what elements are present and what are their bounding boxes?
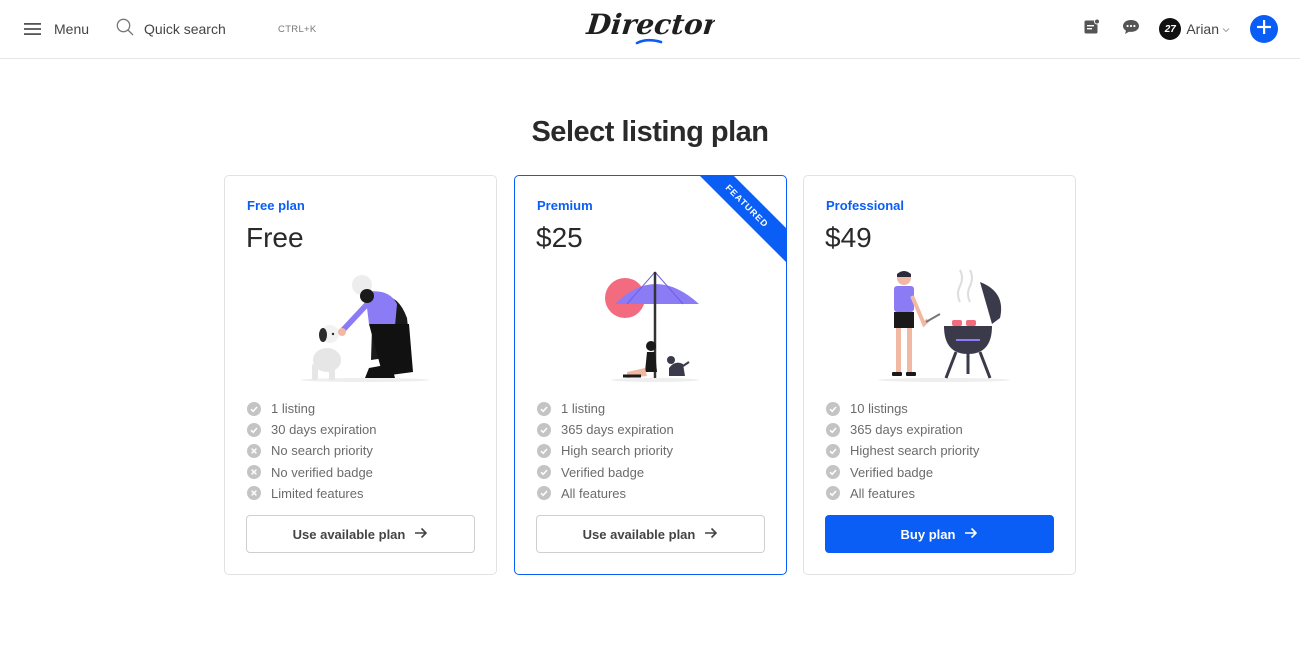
quick-search[interactable]: Quick search CTRL+K [116,18,317,41]
avatar: 27 [1159,18,1182,40]
plan-card-premium: FEATURED Premium $25 1 listing 365 days … [514,175,787,575]
barbecue-grill-illustration [864,268,1024,384]
check-icon [826,401,840,416]
plan-name: Premium [537,198,593,213]
woman-with-dog-illustration [285,268,445,384]
feature-item: All features [826,483,979,504]
notes-button[interactable] [1081,18,1103,40]
feature-text: 1 listing [271,401,316,417]
chevron-down-icon [1222,20,1230,38]
feature-text: No search priority [271,443,373,459]
check-icon [826,486,840,501]
feature-item: Limited features [247,483,377,504]
add-button[interactable] [1250,15,1278,43]
menu-label: Menu [54,21,90,37]
plan-card-free: Free plan Free 1 listing 30 days expirat… [224,175,497,575]
feature-text: 365 days expiration [561,422,674,438]
feature-list: 1 listing 30 days expiration No search p… [247,398,377,504]
feature-item: No verified badge [247,462,377,483]
check-icon [537,465,551,480]
check-icon [537,401,551,416]
check-icon [537,422,551,437]
plan-price: $25 [536,222,583,253]
feature-item: 365 days expiration [537,419,674,440]
feature-list: 10 listings 365 days expiration Highest … [826,398,979,504]
button-label: Buy plan [900,526,956,542]
arrow-right-icon [704,527,718,542]
check-icon [826,422,840,437]
check-icon [537,486,551,501]
feature-text: Highest search priority [850,443,980,459]
feature-text: Limited features [271,485,364,501]
messages-button[interactable] [1120,18,1142,40]
x-icon [247,443,261,458]
button-label: Use available plan [582,526,696,542]
plan-name: Professional [826,198,905,213]
feature-text: Verified badge [561,464,645,480]
feature-text: Verified badge [850,464,934,480]
button-label: Use available plan [292,526,406,542]
feature-text: All features [850,485,916,501]
feature-text: 365 days expiration [850,422,963,438]
feature-item: Verified badge [537,462,674,483]
feature-item: High search priority [537,440,674,461]
svg-text:Directory: Directory [585,8,715,41]
top-header: Menu Quick search CTRL+K Directory 27 Ar… [0,0,1300,59]
featured-ribbon: FEATURED [685,176,786,268]
check-icon [826,443,840,458]
feature-list: 1 listing 365 days expiration High searc… [537,398,674,504]
feature-text: All features [561,485,627,501]
search-shortcut: CTRL+K [278,23,317,35]
check-icon [537,443,551,458]
search-label: Quick search [144,21,226,37]
chat-icon [1122,19,1140,40]
check-icon [247,401,261,416]
menu-button[interactable]: Menu [24,21,89,37]
feature-text: No verified badge [271,464,373,480]
plan-price: $49 [825,222,872,253]
feature-item: All features [537,483,674,504]
feature-text: 10 listings [850,401,908,417]
plus-icon [1257,19,1271,39]
feature-item: 1 listing [247,398,377,419]
feature-text: 30 days expiration [271,422,377,438]
menu-icon [24,22,41,36]
feature-item: 365 days expiration [826,419,979,440]
feature-item: 1 listing [537,398,674,419]
feature-item: Verified badge [826,462,979,483]
directory-logo[interactable]: Directory [584,4,737,52]
feature-item: 30 days expiration [247,419,377,440]
search-icon [116,18,134,41]
umbrella-beach-illustration [575,268,735,384]
use-available-plan-button[interactable]: Use available plan [246,515,475,553]
check-icon [826,465,840,480]
check-icon [247,422,261,437]
header-left: Menu Quick search CTRL+K [24,17,317,41]
header-right: 27 Arian [1081,14,1278,44]
use-available-plan-button[interactable]: Use available plan [536,515,765,553]
feature-text: High search priority [561,443,673,459]
user-menu[interactable]: 27 Arian [1159,18,1230,40]
feature-item: No search priority [247,440,377,461]
plan-card-professional: Professional $49 10 listings 365 days ex… [803,175,1076,575]
x-icon [247,486,261,501]
plan-price: Free [246,222,304,253]
buy-plan-button[interactable]: Buy plan [825,515,1054,553]
arrow-right-icon [964,527,978,542]
plan-name: Free plan [247,198,305,213]
feature-item: 10 listings [826,398,979,419]
user-name: Arian [1186,21,1219,37]
feature-text: 1 listing [561,401,606,417]
page-title: Select listing plan [531,116,769,148]
notes-icon [1084,18,1101,40]
feature-item: Highest search priority [826,440,979,461]
x-icon [247,465,261,480]
arrow-right-icon [414,527,428,542]
